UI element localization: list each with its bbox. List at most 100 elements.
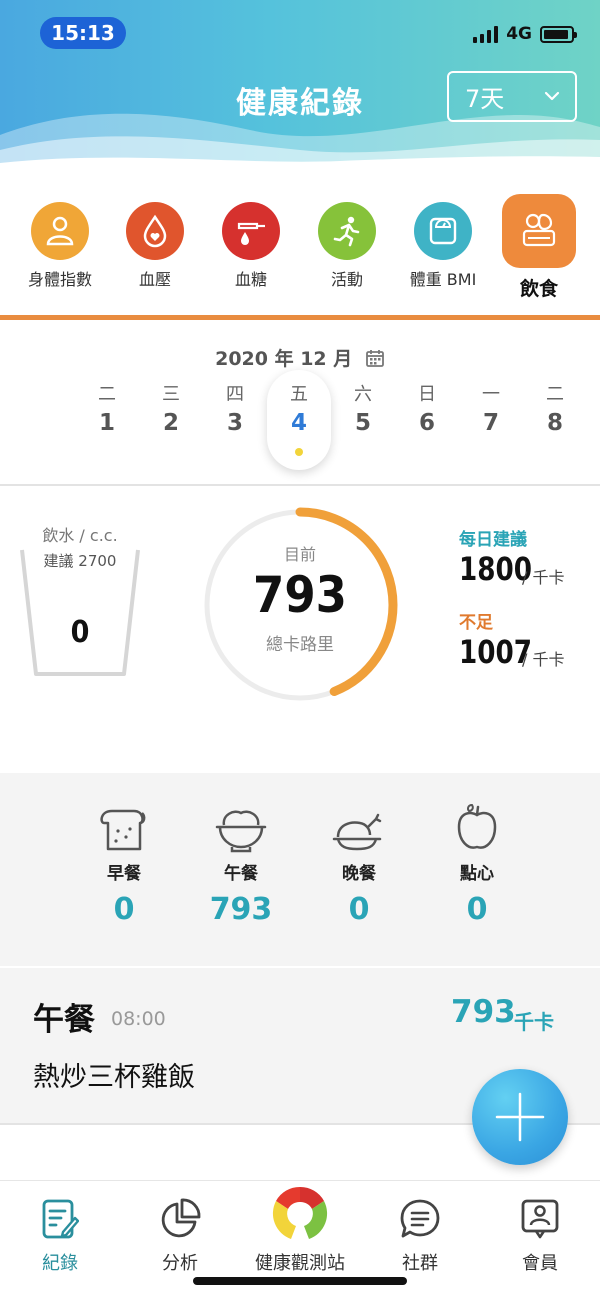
meal-name: 早餐 bbox=[107, 864, 141, 884]
tab-analysis[interactable]: 分析 bbox=[120, 1197, 240, 1275]
tab-label: 會員 bbox=[522, 1253, 558, 1274]
category-label: 血壓 bbox=[138, 270, 171, 289]
day-number: 3 bbox=[226, 410, 243, 436]
health-station-icon bbox=[240, 1186, 360, 1241]
day-number: 2 bbox=[162, 410, 179, 436]
tab-health-station[interactable]: 健康觀測站 bbox=[240, 1186, 360, 1275]
tab-label: 社群 bbox=[402, 1253, 438, 1274]
battery-icon bbox=[540, 25, 577, 43]
status-time: 15:13 bbox=[40, 17, 126, 49]
date-item[interactable]: 一 7 bbox=[459, 382, 523, 436]
tab-community[interactable]: 社群 bbox=[360, 1197, 480, 1275]
pie-chart-icon bbox=[120, 1197, 240, 1241]
date-item[interactable]: 日 6 bbox=[395, 382, 459, 436]
active-category-indicator bbox=[0, 315, 600, 320]
food-icon bbox=[502, 194, 576, 268]
day-number: 7 bbox=[482, 410, 499, 436]
roast-chicken-icon bbox=[309, 801, 409, 853]
month-label[interactable]: 2020 年 12 月 bbox=[0, 344, 600, 371]
tab-record[interactable]: 紀錄 bbox=[0, 1197, 120, 1275]
heart-drop-icon bbox=[126, 202, 184, 260]
date-item[interactable]: 二 8 bbox=[523, 382, 587, 436]
day-number: 8 bbox=[546, 410, 563, 436]
weekday: 三 bbox=[162, 384, 180, 405]
water-suggestion: 建議 2700 bbox=[43, 552, 117, 570]
category-label: 血糖 bbox=[234, 270, 267, 289]
weekday: 日 bbox=[418, 384, 436, 405]
shortfall-unit: / 千卡 bbox=[522, 650, 565, 669]
day-number: 4 bbox=[290, 410, 307, 436]
meal-name: 午餐 bbox=[224, 864, 258, 884]
meal-summary: 早餐 0 午餐 793 晚餐 0 點心 0 bbox=[0, 773, 600, 966]
bread-icon bbox=[74, 801, 174, 853]
category-weight-bmi[interactable]: 體重 BMI bbox=[395, 190, 491, 290]
recommended-label: 每日建議 bbox=[459, 530, 527, 550]
date-item[interactable]: 四 3 bbox=[203, 382, 267, 436]
category-diet[interactable]: 飲食 bbox=[491, 190, 587, 301]
gauge-caption: 目前 bbox=[283, 545, 316, 564]
entry-time: 08:00 bbox=[111, 1008, 166, 1030]
shortfall-label: 不足 bbox=[459, 613, 493, 633]
rice-bowl-icon bbox=[191, 801, 291, 853]
home-indicator bbox=[193, 1277, 407, 1285]
signal-icon bbox=[473, 25, 499, 43]
entry-unit: 千卡 bbox=[514, 1010, 554, 1034]
category-label: 身體指數 bbox=[27, 270, 92, 289]
status-indicators: 4G bbox=[473, 24, 577, 44]
person-icon bbox=[31, 202, 89, 260]
day-number: 1 bbox=[98, 410, 115, 436]
tab-label: 紀錄 bbox=[42, 1253, 78, 1274]
header: 15:13 4G 健康紀錄 7天 bbox=[0, 0, 600, 175]
water-value: 0 bbox=[70, 615, 90, 650]
date-strip: 二 1 三 2 四 3 五 4 六 5 日 6 一 7 二 8 bbox=[0, 370, 600, 482]
meal-name: 點心 bbox=[460, 864, 494, 884]
meal-snack[interactable]: 點心 0 bbox=[427, 801, 527, 927]
category-label: 飲食 bbox=[519, 278, 558, 300]
divider bbox=[0, 484, 600, 486]
month-text: 2020 年 12 月 bbox=[215, 348, 353, 370]
chevron-down-icon bbox=[544, 91, 560, 101]
weekday: 一 bbox=[482, 384, 500, 405]
tab-label: 健康觀測站 bbox=[255, 1253, 345, 1274]
range-dropdown[interactable]: 7天 bbox=[447, 71, 577, 122]
record-dot bbox=[295, 448, 303, 456]
running-icon bbox=[318, 202, 376, 260]
weekday: 二 bbox=[98, 384, 116, 405]
blood-sugar-icon bbox=[222, 202, 280, 260]
total-calories: 793 bbox=[253, 566, 347, 624]
meal-value: 0 bbox=[113, 892, 135, 927]
network-type: 4G bbox=[506, 24, 532, 44]
entry-food: 熱炒三杯雞飯 bbox=[33, 1062, 195, 1093]
meal-breakfast[interactable]: 早餐 0 bbox=[74, 801, 174, 927]
day-number: 6 bbox=[418, 410, 435, 436]
category-blood-pressure[interactable]: 血壓 bbox=[107, 190, 203, 290]
meal-value: 793 bbox=[209, 892, 273, 927]
scale-icon bbox=[414, 202, 472, 260]
category-row: 身體指數 血壓 血糖 活動 體重 BMI 飲食 bbox=[0, 190, 600, 315]
calendar-icon[interactable] bbox=[365, 348, 385, 368]
gauge-unit: 總卡路里 bbox=[266, 635, 334, 655]
record-icon bbox=[0, 1197, 120, 1241]
category-label: 體重 BMI bbox=[409, 270, 477, 289]
member-icon bbox=[480, 1197, 600, 1241]
date-item[interactable]: 二 1 bbox=[75, 382, 139, 436]
meal-dinner[interactable]: 晚餐 0 bbox=[309, 801, 409, 927]
meal-value: 0 bbox=[348, 892, 370, 927]
weekday: 五 bbox=[290, 384, 308, 405]
date-item[interactable]: 六 5 bbox=[331, 382, 395, 436]
category-blood-sugar[interactable]: 血糖 bbox=[203, 190, 299, 290]
add-record-button[interactable] bbox=[472, 1069, 568, 1165]
recommended-unit: / 千卡 bbox=[522, 568, 565, 587]
category-activity[interactable]: 活動 bbox=[299, 190, 395, 290]
date-item-selected[interactable]: 五 4 bbox=[267, 370, 331, 470]
meal-lunch[interactable]: 午餐 793 bbox=[191, 801, 291, 927]
meal-value: 0 bbox=[466, 892, 488, 927]
tab-member[interactable]: 會員 bbox=[480, 1197, 600, 1275]
entry-meal: 午餐 bbox=[33, 1002, 95, 1038]
entry-calories: 793 bbox=[451, 994, 516, 1030]
category-body-index[interactable]: 身體指數 bbox=[12, 190, 108, 290]
weekday: 四 bbox=[226, 384, 244, 405]
weekday: 六 bbox=[354, 384, 372, 405]
date-item[interactable]: 三 2 bbox=[139, 382, 203, 436]
category-label: 活動 bbox=[330, 270, 363, 289]
